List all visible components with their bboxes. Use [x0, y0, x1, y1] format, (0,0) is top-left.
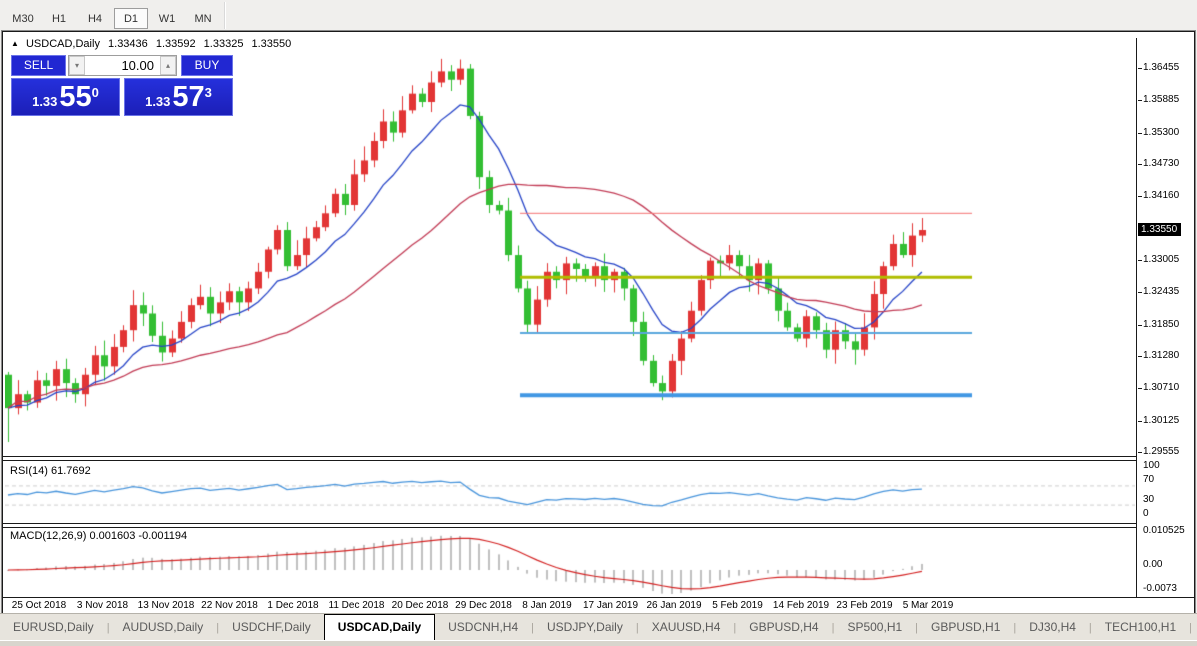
price-axis-label: 1.30710: [1143, 382, 1179, 393]
pane-separator[interactable]: [3, 456, 1194, 457]
date-axis-label: 20 Dec 2018: [392, 600, 449, 611]
rsi-level-label: 70: [1143, 474, 1154, 485]
quote-close: 1.33550: [252, 38, 292, 50]
pane-separator[interactable]: [3, 523, 1194, 524]
date-axis-label: 3 Nov 2018: [77, 600, 128, 611]
toolbar-separator: [224, 2, 226, 29]
pane-separator[interactable]: [3, 527, 1194, 528]
buy-price-sup: 3: [205, 85, 212, 100]
quote-low: 1.33325: [204, 38, 244, 50]
date-axis-label: 14 Feb 2019: [773, 600, 829, 611]
buy-price-box[interactable]: 1.33 57 3: [124, 78, 233, 116]
sell-price-sup: 0: [92, 85, 99, 100]
timeframe-toolbar: M30H1H4D1W1MN: [0, 0, 1197, 31]
volume-input[interactable]: [85, 56, 160, 75]
chart-window: ▲ USDCAD,Daily 1.33436 1.33592 1.33325 1…: [2, 31, 1195, 613]
macd-level-label: -0.0073: [1143, 583, 1177, 594]
timeframe-button-d1[interactable]: D1: [114, 8, 148, 29]
quote-open: 1.33436: [108, 38, 148, 50]
sell-button[interactable]: SELL: [11, 55, 66, 76]
timeframe-button-h1[interactable]: H1: [42, 8, 76, 29]
tab-gbpusdh1[interactable]: GBPUSD,H1: [918, 615, 1013, 640]
collapse-quote-icon[interactable]: ▲: [11, 39, 19, 48]
date-axis-label: 1 Dec 2018: [267, 600, 318, 611]
tab-dj30h4[interactable]: DJ30,H4: [1016, 615, 1089, 640]
rsi-level-label: 0: [1143, 508, 1149, 519]
price-axis-label: 1.33005: [1143, 254, 1179, 265]
buy-price-big: 57: [172, 82, 204, 112]
sell-price-big: 55: [59, 82, 91, 112]
tab-tech100h1[interactable]: TECH100,H1: [1092, 615, 1189, 640]
rsi-level-label: 100: [1143, 460, 1160, 471]
macd-indicator-label: MACD(12,26,9) 0.001603 -0.001194: [10, 530, 187, 542]
one-click-trading-widget: SELL ▾ ▴ BUY 1.33 55 0 1.33 57 3: [11, 55, 233, 116]
sell-price-box[interactable]: 1.33 55 0: [11, 78, 120, 116]
date-axis-label: 11 Dec 2018: [329, 600, 385, 611]
rsi-indicator-label: RSI(14) 61.7692: [10, 465, 91, 477]
quote-high: 1.33592: [156, 38, 196, 50]
buy-button[interactable]: BUY: [181, 55, 233, 76]
price-axis-label: 1.30125: [1143, 415, 1179, 426]
macd-level-label: 0.010525: [1143, 525, 1185, 536]
price-axis-label: 1.35300: [1143, 127, 1179, 138]
price-axis-label: 1.34160: [1143, 190, 1179, 201]
date-axis-label: 17 Jan 2019: [583, 600, 638, 611]
tab-sp500h1[interactable]: SP500,H1: [834, 615, 915, 640]
rsi-level-label: 30: [1143, 494, 1154, 505]
timeframe-buttons: M30H1H4D1W1MN: [6, 8, 220, 29]
sell-price-small: 1.33: [32, 94, 57, 109]
price-axis-label: 1.29555: [1143, 446, 1179, 457]
tab-xauusdh4[interactable]: XAUUSD,H4: [639, 615, 734, 640]
date-axis-label: 23 Feb 2019: [836, 600, 892, 611]
pane-separator[interactable]: [3, 460, 1194, 461]
date-axis[interactable]: 25 Oct 2018 3 Nov 2018 13 Nov 2018 22 Nov 2…: [3, 598, 1194, 613]
timeframe-button-h4[interactable]: H4: [78, 8, 112, 29]
tab-usdjpydaily[interactable]: USDJPY,Daily: [534, 615, 636, 640]
status-strip: [0, 640, 1197, 646]
price-axis[interactable]: 1.36455 1.35885 1.35300 1.34730 1.34160 1.330…: [1137, 38, 1194, 597]
date-axis-label: 29 Dec 2018: [455, 600, 512, 611]
buy-price-small: 1.33: [145, 94, 170, 109]
tab-usdchfdaily[interactable]: USDCHF,Daily: [219, 615, 324, 640]
chart-title: ▲ USDCAD,Daily 1.33436 1.33592 1.33325 1…: [11, 38, 291, 50]
tab-eurusddaily[interactable]: EURUSD,Daily: [0, 615, 107, 640]
timeframe-button-mn[interactable]: MN: [186, 8, 220, 29]
current-price-tag: 1.33550: [1138, 223, 1181, 236]
tab-usdcaddaily[interactable]: USDCAD,Daily: [324, 614, 435, 640]
date-axis-label: 26 Jan 2019: [646, 600, 701, 611]
price-axis-label: 1.31850: [1143, 319, 1179, 330]
price-axis-label: 1.35885: [1143, 94, 1179, 105]
price-axis-label: 1.36455: [1143, 62, 1179, 73]
price-chart-canvas[interactable]: [5, 38, 1135, 597]
tab-audusddaily[interactable]: AUDUSD,Daily: [110, 615, 217, 640]
date-axis-label: 22 Nov 2018: [201, 600, 258, 611]
tab-gbpusdh4[interactable]: GBPUSD,H4: [736, 615, 831, 640]
chart-tab-bar: EURUSD,Daily|AUDUSD,Daily|USDCHF,DailyUS…: [0, 613, 1197, 640]
price-axis-label: 1.34730: [1143, 158, 1179, 169]
tab-ukoil[interactable]: UKOil,: [1192, 615, 1197, 640]
price-axis-label: 1.32435: [1143, 286, 1179, 297]
date-axis-label: 8 Jan 2019: [522, 600, 572, 611]
date-axis-label: 5 Mar 2019: [903, 600, 954, 611]
price-axis-label: 1.31280: [1143, 350, 1179, 361]
date-axis-label: 13 Nov 2018: [138, 600, 195, 611]
volume-increase-button[interactable]: ▴: [160, 56, 176, 75]
date-axis-label: 25 Oct 2018: [12, 600, 66, 611]
timeframe-button-w1[interactable]: W1: [150, 8, 184, 29]
date-axis-label: 5 Feb 2019: [712, 600, 763, 611]
tab-usdcnhh4[interactable]: USDCNH,H4: [435, 615, 531, 640]
volume-decrease-button[interactable]: ▾: [69, 56, 85, 75]
volume-spinner: ▾ ▴: [68, 55, 177, 76]
timeframe-button-m30[interactable]: M30: [6, 8, 40, 29]
macd-level-label: 0.00: [1143, 559, 1162, 570]
chart-symbol-period: USDCAD,Daily: [26, 38, 100, 50]
